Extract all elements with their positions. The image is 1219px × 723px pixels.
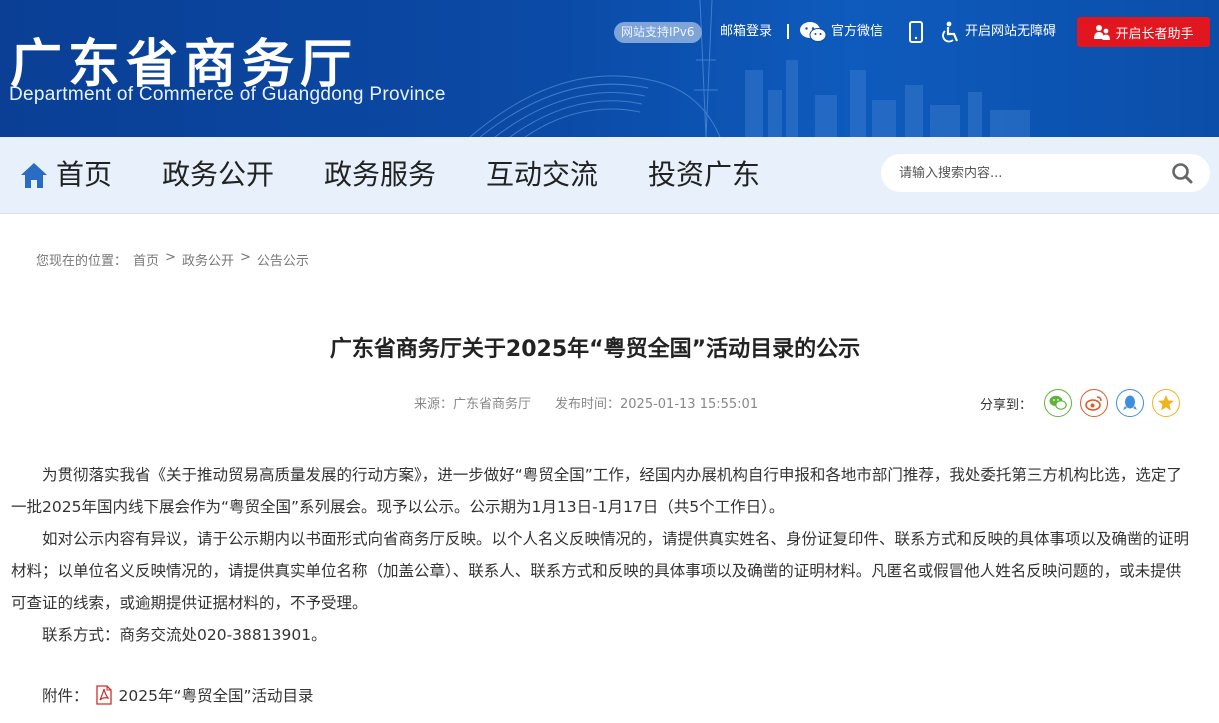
breadcrumb-item-government-affairs[interactable]: 政务公开 bbox=[182, 250, 234, 269]
article-paragraph: 联系方式：商务交流处020-38813901。 bbox=[11, 619, 1191, 651]
share-wechat-button[interactable] bbox=[1044, 389, 1072, 417]
nav-item-label: 互动交流 bbox=[486, 157, 598, 193]
qq-penguin-icon bbox=[1122, 394, 1138, 412]
article-source: 来源：广东省商务厅 bbox=[414, 393, 531, 412]
nav-item-label: 政务服务 bbox=[324, 157, 436, 193]
search-input[interactable] bbox=[899, 163, 1159, 183]
wechat-icon bbox=[799, 21, 827, 43]
share-label: 分享到： bbox=[980, 394, 1032, 413]
breadcrumb-item-home[interactable]: 首页 bbox=[133, 250, 159, 269]
search-box bbox=[881, 154, 1210, 192]
breadcrumb: 您现在的位置： 首页 > 政务公开 > 公告公示 bbox=[36, 250, 309, 269]
weibo-icon bbox=[1085, 395, 1103, 411]
ipv6-badge: 网站支持IPv6 bbox=[614, 22, 702, 43]
nav-item-government-services[interactable]: 政务服务 bbox=[324, 157, 436, 193]
elder-assistant-button[interactable]: 开启长者助手 bbox=[1077, 17, 1210, 47]
mail-login-label: 邮箱登录 bbox=[720, 22, 772, 42]
main-nav: 首页 政务公开 政务服务 互动交流 投资广东 bbox=[0, 137, 1219, 214]
share-qq-button[interactable] bbox=[1116, 389, 1144, 417]
nav-item-home[interactable]: 首页 bbox=[20, 157, 112, 193]
breadcrumb-separator: > bbox=[165, 250, 176, 269]
article-title: 广东省商务厅关于2025年“粤贸全国”活动目录的公示 bbox=[0, 331, 1190, 363]
site-header-banner: 广东省商务厅 Department of Commerce of Guangdo… bbox=[0, 0, 1219, 137]
nav-item-invest-guangdong[interactable]: 投资广东 bbox=[648, 157, 760, 193]
nav-item-label: 首页 bbox=[56, 157, 112, 193]
nav-item-government-affairs[interactable]: 政务公开 bbox=[162, 157, 274, 193]
attachment-label: 附件： bbox=[42, 684, 89, 706]
qzone-star-icon bbox=[1157, 394, 1175, 412]
share-bar: 分享到： bbox=[980, 389, 1180, 417]
nav-item-label: 投资广东 bbox=[648, 157, 760, 193]
search-icon[interactable] bbox=[1171, 162, 1193, 184]
article-body: 为贯彻落实我省《关于推动贸易高质量发展的行动方案》，进一步做好“粤贸全国”工作，… bbox=[11, 459, 1191, 651]
breadcrumb-separator: > bbox=[240, 250, 251, 269]
nav-item-label: 政务公开 bbox=[162, 157, 274, 193]
mobile-phone-icon bbox=[909, 21, 923, 43]
mobile-link[interactable] bbox=[909, 22, 923, 42]
pdf-file-icon bbox=[95, 685, 113, 705]
wechat-icon bbox=[1049, 395, 1067, 411]
share-weibo-button[interactable] bbox=[1080, 389, 1108, 417]
elder-assistant-label: 开启长者助手 bbox=[1115, 23, 1193, 42]
wechat-label: 官方微信 bbox=[831, 22, 883, 42]
article-publish-time: 发布时间：2025-01-13 15:55:01 bbox=[555, 393, 758, 412]
site-subtitle: Department of Commerce of Guangdong Prov… bbox=[9, 84, 446, 106]
accessibility-icon bbox=[941, 21, 961, 43]
divider bbox=[787, 24, 789, 39]
accessibility-link[interactable]: 开启网站无障碍 bbox=[941, 22, 1056, 42]
share-qzone-button[interactable] bbox=[1152, 389, 1180, 417]
nav-item-interaction[interactable]: 互动交流 bbox=[486, 157, 598, 193]
accessibility-label: 开启网站无障碍 bbox=[965, 22, 1056, 42]
article-meta: 来源：广东省商务厅 发布时间：2025-01-13 15:55:01 bbox=[414, 393, 758, 412]
article-paragraph: 如对公示内容有异议，请于公示期内以书面形式向省商务厅反映。以个人名义反映情况的，… bbox=[11, 523, 1191, 619]
breadcrumb-prefix: 您现在的位置： bbox=[36, 250, 127, 269]
elder-people-icon bbox=[1093, 23, 1111, 41]
breadcrumb-item-announcements[interactable]: 公告公示 bbox=[257, 250, 309, 269]
wechat-link[interactable]: 官方微信 bbox=[799, 22, 883, 42]
home-icon bbox=[20, 161, 48, 189]
mail-login-link[interactable]: 邮箱登录 bbox=[720, 22, 772, 42]
attachment: 附件： 2025年“粤贸全国”活动目录 bbox=[42, 684, 314, 706]
article-paragraph: 为贯彻落实我省《关于推动贸易高质量发展的行动方案》，进一步做好“粤贸全国”工作，… bbox=[11, 459, 1191, 523]
attachment-link[interactable]: 2025年“粤贸全国”活动目录 bbox=[119, 684, 314, 706]
